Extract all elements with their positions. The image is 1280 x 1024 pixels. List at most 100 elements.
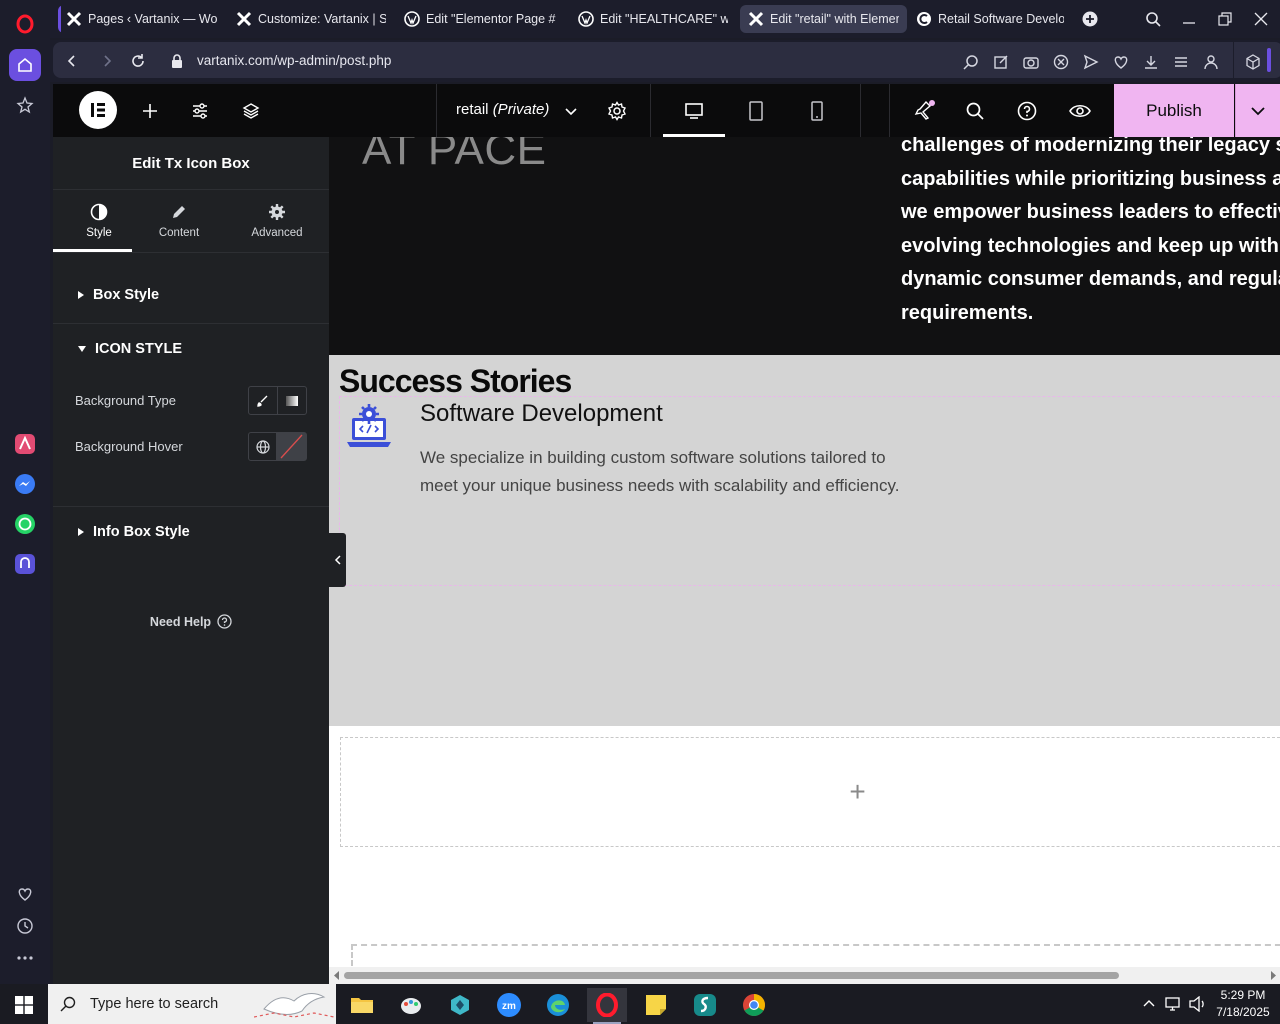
collapse-panel-handle[interactable] <box>329 533 346 587</box>
opera-logo-icon[interactable] <box>9 8 41 40</box>
opera-browser-icon[interactable] <box>587 988 627 1024</box>
section-box-style[interactable]: Box Style <box>53 287 329 303</box>
paint-app-icon[interactable] <box>391 988 431 1022</box>
restore-icon[interactable] <box>1214 8 1236 30</box>
close-window-icon[interactable] <box>1250 8 1272 30</box>
easy-setup-icon[interactable] <box>1172 53 1190 71</box>
structure-layers-icon[interactable] <box>240 100 262 122</box>
tab-healthcare[interactable]: Edit "HEALTHCARE" with Elementor <box>570 5 736 33</box>
browser-address-bar: vartanix.com/wp-admin/post.php <box>50 40 1280 82</box>
extensions-cube-icon[interactable] <box>1244 53 1262 71</box>
music-player-icon[interactable] <box>9 548 41 580</box>
lock-icon[interactable] <box>170 53 186 69</box>
edit-page-icon[interactable] <box>992 53 1010 71</box>
tab-customize[interactable]: Customize: Vartanix | Software <box>228 5 394 33</box>
success-stories-section[interactable]: Success Stories Software Development We … <box>329 355 1280 726</box>
volume-icon[interactable] <box>1189 996 1207 1012</box>
tab-retail-elementor[interactable]: Edit "retail" with Elementor <box>740 5 907 33</box>
separator <box>889 84 890 137</box>
wordpress-icon <box>404 11 420 27</box>
chrome-browser-icon[interactable] <box>734 988 774 1022</box>
history-clock-icon[interactable] <box>9 910 41 942</box>
tab-style[interactable]: Style <box>53 190 145 252</box>
url-bar[interactable]: vartanix.com/wp-admin/post.php <box>53 42 1280 78</box>
adblock-icon[interactable] <box>1052 53 1070 71</box>
vartanix-x-icon <box>748 11 764 27</box>
wordpress-icon <box>578 11 594 27</box>
preview-eye-icon[interactable] <box>1069 100 1091 122</box>
horizontal-scrollbar[interactable] <box>329 967 1280 984</box>
need-help-link[interactable]: Need Help <box>53 614 329 629</box>
add-section-plus-icon[interactable]: + <box>849 776 865 808</box>
scroll-right-icon[interactable] <box>1269 971 1277 980</box>
edge-browser-icon[interactable] <box>538 988 578 1022</box>
forward-icon[interactable] <box>99 53 115 69</box>
taskbar-search-input[interactable]: Type here to search <box>48 984 336 1024</box>
globe-global-icon[interactable] <box>249 433 276 460</box>
zoom-app-icon[interactable]: zm <box>489 988 529 1022</box>
caret-right-icon <box>77 527 85 537</box>
site-settings-sliders-icon[interactable] <box>189 100 211 122</box>
reload-icon[interactable] <box>130 53 146 69</box>
system-clock[interactable]: 5:29 PM 7/18/2025 <box>1210 987 1276 1021</box>
color-picker-empty-icon[interactable] <box>276 433 306 460</box>
tab-pages[interactable]: Pages ‹ Vartanix — WordPress <box>58 5 226 33</box>
show-hidden-icons-chevron-icon[interactable] <box>1142 996 1156 1010</box>
back-icon[interactable] <box>64 53 80 69</box>
page-settings-gear-icon[interactable] <box>606 100 628 122</box>
scrollbar-thumb[interactable] <box>344 972 1119 979</box>
tab-retail-software[interactable]: Retail Software Development <box>908 5 1072 33</box>
finder-search-icon[interactable] <box>964 100 986 122</box>
new-tab-icon[interactable] <box>1079 8 1101 30</box>
star-icon[interactable] <box>9 89 41 121</box>
aria-app-icon[interactable] <box>9 428 41 460</box>
publish-options-chevron-icon[interactable] <box>1235 84 1280 137</box>
file-explorer-icon[interactable] <box>342 988 382 1022</box>
desktop-device-icon[interactable] <box>683 100 705 122</box>
add-element-icon[interactable] <box>139 100 161 122</box>
elementor-top-bar: retail (Private) Publish <box>53 84 1280 137</box>
whatsapp-icon[interactable] <box>9 508 41 540</box>
windows-start-icon[interactable] <box>4 988 44 1022</box>
elementor-logo-icon[interactable] <box>79 91 117 129</box>
brush-classic-icon[interactable] <box>249 387 277 414</box>
scroll-left-icon[interactable] <box>333 971 341 980</box>
zoom-search-icon[interactable] <box>962 53 980 71</box>
help-question-icon[interactable] <box>1016 100 1038 122</box>
pencil-icon <box>170 203 188 221</box>
mobile-device-icon[interactable] <box>806 100 828 122</box>
network-icon[interactable] <box>1165 996 1183 1012</box>
sketch-app-icon[interactable] <box>440 988 480 1022</box>
tab-elementor-page[interactable]: Edit "Elementor Page #10 <box>396 5 564 33</box>
camera-icon[interactable] <box>1022 53 1040 71</box>
empty-section-outline <box>351 944 1280 967</box>
tab-advanced[interactable]: Advanced <box>231 190 323 252</box>
surfshark-icon[interactable] <box>685 988 725 1022</box>
tx-icon-box-widget[interactable]: Software Development We specialize in bu… <box>339 396 1280 586</box>
notifications-megaphone-icon[interactable] <box>913 100 935 122</box>
url-text[interactable]: vartanix.com/wp-admin/post.php <box>197 53 391 68</box>
add-new-section-area[interactable]: + <box>340 737 1280 847</box>
laptop-gear-code-icon[interactable] <box>343 402 395 454</box>
chevron-down-icon[interactable] <box>560 100 582 122</box>
section-info-box-style[interactable]: Info Box Style <box>53 524 329 540</box>
send-icon[interactable] <box>1082 53 1100 71</box>
more-dots-icon[interactable] <box>9 942 41 974</box>
tab-content[interactable]: Content <box>133 190 225 252</box>
document-title-dropdown[interactable]: retail (Private) <box>456 101 549 118</box>
home-icon[interactable] <box>9 49 41 81</box>
tab-search-icon[interactable] <box>1142 8 1164 30</box>
tablet-device-icon[interactable] <box>745 100 767 122</box>
heart-icon[interactable] <box>9 878 41 910</box>
hero-section[interactable]: AT PACE challenges of modernizing their … <box>329 137 1280 355</box>
bookmark-heart-icon[interactable] <box>1112 53 1130 71</box>
minimize-icon[interactable] <box>1178 8 1200 30</box>
separator <box>860 84 861 137</box>
gradient-icon[interactable] <box>277 387 306 414</box>
download-icon[interactable] <box>1142 53 1160 71</box>
sticky-notes-icon[interactable] <box>636 988 676 1022</box>
profile-icon[interactable] <box>1202 53 1220 71</box>
section-icon-style[interactable]: ICON STYLE <box>53 341 329 357</box>
publish-button[interactable]: Publish <box>1114 84 1234 137</box>
messenger-icon[interactable] <box>9 468 41 500</box>
